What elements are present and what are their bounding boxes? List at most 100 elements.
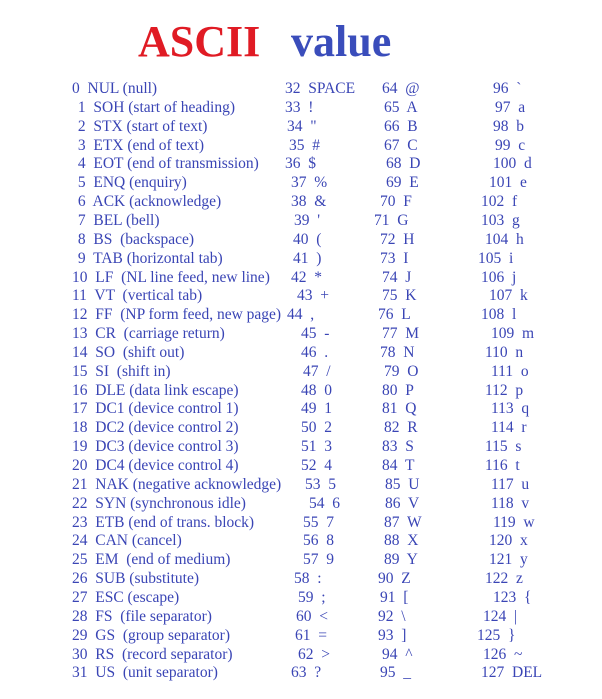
ascii-entry: 88 X [384, 532, 419, 550]
ascii-entry: 21 NAK (negative acknowledge) [72, 475, 282, 493]
ascii-entry: 97 a [495, 98, 526, 116]
ascii-entry: 69 E [386, 174, 419, 192]
ascii-entry: 50 2 [301, 419, 332, 437]
ascii-entry: 77 M [382, 325, 420, 343]
ascii-entry: 14 SO (shift out) [72, 343, 185, 361]
ascii-entry: 85 U [385, 475, 420, 493]
ascii-entry: 60 < [296, 607, 328, 625]
ascii-entry: 75 K [382, 287, 417, 305]
ascii-entry: 43 + [297, 287, 329, 305]
ascii-entry: 126 ~ [483, 645, 523, 663]
ascii-entry: 34 " [287, 117, 317, 135]
ascii-entry: 5 ENQ (enquiry) [74, 174, 187, 192]
ascii-entry: 80 P [382, 381, 414, 399]
ascii-entry: 92 \ [378, 607, 406, 625]
ascii-entry: 67 C [384, 136, 418, 154]
ascii-entry: 51 3 [301, 438, 332, 456]
ascii-entry: 3 ETX (end of text) [74, 136, 204, 154]
ascii-entry: 53 5 [305, 475, 336, 493]
ascii-entry: 4 EOT (end of transmission) [74, 155, 259, 173]
ascii-entry: 95 _ [380, 664, 411, 682]
ascii-entry: 63 ? [291, 664, 322, 682]
ascii-entry: 45 - [301, 325, 330, 343]
ascii-entry: 17 DC1 (device control 1) [72, 400, 239, 418]
ascii-entry: 20 DC4 (device control 4) [72, 457, 239, 474]
ascii-entry: 23 ETB (end of trans. block) [72, 513, 255, 531]
ascii-entry: 119 w [493, 513, 535, 531]
ascii-entry: 72 H [380, 230, 415, 248]
ascii-entry: 47 / [303, 362, 331, 380]
ascii-entry: 86 V [385, 494, 420, 512]
ascii-entry: 12 FF (NP form feed, new page) [72, 306, 282, 324]
ascii-entry: 58 : [294, 570, 322, 588]
ascii-entry: 91 [ [380, 588, 409, 606]
ascii-entry: 11 VT (vertical tab) [72, 287, 203, 305]
ascii-entry: 98 b [493, 117, 524, 135]
ascii-entry: 73 I [380, 249, 409, 267]
ascii-entry: 66 B [384, 117, 418, 135]
ascii-entry: 31 US (unit separator) [72, 664, 218, 682]
ascii-entry: 26 SUB (substitute) [72, 570, 200, 588]
ascii-entry: 114 r [491, 419, 527, 437]
ascii-entry: 113 q [491, 400, 530, 418]
ascii-entry: 105 i [478, 249, 514, 267]
ascii-entry: 93 ] [378, 626, 407, 644]
ascii-entry: 116 t [485, 457, 520, 474]
ascii-entry: 46 . [301, 343, 329, 361]
ascii-entry: 25 EM (end of medium) [72, 551, 231, 569]
ascii-entry: 40 ( [293, 230, 322, 248]
ascii-entry: 121 y [489, 551, 528, 569]
ascii-entry: 37 % [291, 174, 328, 192]
ascii-entry: 71 G [374, 211, 409, 229]
ascii-entry: 19 DC3 (device control 3) [72, 438, 239, 456]
ascii-entry: 9 TAB (horizontal tab) [74, 249, 223, 267]
ascii-entry: 83 S [382, 438, 414, 456]
ascii-entry: 84 T [382, 457, 415, 474]
ascii-entry: 87 W [384, 513, 422, 531]
ascii-entry: 74 J [382, 268, 412, 286]
ascii-entry: 7 BEL (bell) [74, 211, 160, 229]
ascii-entry: 99 c [495, 136, 526, 154]
ascii-entry: 122 z [485, 570, 523, 588]
ascii-entry: 101 e [489, 174, 527, 192]
ascii-entry: 70 F [380, 193, 412, 211]
ascii-entry: 0 NUL (null) [72, 80, 158, 97]
ascii-entry: 24 CAN (cancel) [72, 532, 182, 550]
ascii-entry: 10 LF (NL line feed, new line) [72, 268, 270, 286]
ascii-entry: 79 O [384, 362, 419, 380]
ascii-entry: 15 SI (shift in) [72, 362, 171, 380]
ascii-entry: 94 ^ [382, 645, 413, 663]
title-ascii: ASCII [138, 17, 261, 66]
ascii-entry: 30 RS (record separator) [72, 645, 233, 663]
ascii-entry: 68 D [386, 155, 421, 173]
ascii-entry: 112 p [485, 381, 524, 399]
ascii-entry: 89 Y [384, 551, 418, 569]
ascii-entry: 22 SYN (synchronous idle) [72, 494, 246, 512]
ascii-entry: 78 N [380, 343, 415, 361]
ascii-entry: 110 n [485, 343, 524, 361]
ascii-entry: 104 h [485, 230, 524, 248]
ascii-entry: 76 L [378, 306, 411, 324]
ascii-entry: 39 ' [294, 211, 321, 229]
title-value: value [291, 17, 392, 66]
ascii-entry: 120 x [489, 532, 528, 550]
ascii-entry: 109 m [491, 325, 535, 343]
ascii-entry: 32 SPACE [285, 80, 356, 97]
ascii-entry: 59 ; [298, 588, 326, 606]
ascii-entry: 48 0 [301, 381, 332, 399]
ascii-entry: 54 6 [309, 494, 340, 512]
ascii-entry: 29 GS (group separator) [72, 626, 230, 644]
ascii-entry: 57 9 [303, 551, 334, 569]
ascii-entry: 107 k [489, 287, 528, 305]
ascii-entry: 61 = [295, 626, 327, 644]
ascii-entry: 33 ! [285, 98, 314, 116]
ascii-entry: 96 ` [493, 80, 522, 97]
ascii-entry: 42 * [291, 268, 322, 286]
ascii-entry: 28 FS (file separator) [72, 607, 212, 625]
ascii-entry: 36 $ [285, 155, 316, 173]
ascii-entry: 106 j [481, 268, 517, 286]
ascii-entry: 52 4 [301, 457, 332, 474]
ascii-entry: 123 { [493, 588, 532, 606]
ascii-entry: 27 ESC (escape) [72, 588, 180, 606]
ascii-entry: 65 A [384, 98, 418, 116]
